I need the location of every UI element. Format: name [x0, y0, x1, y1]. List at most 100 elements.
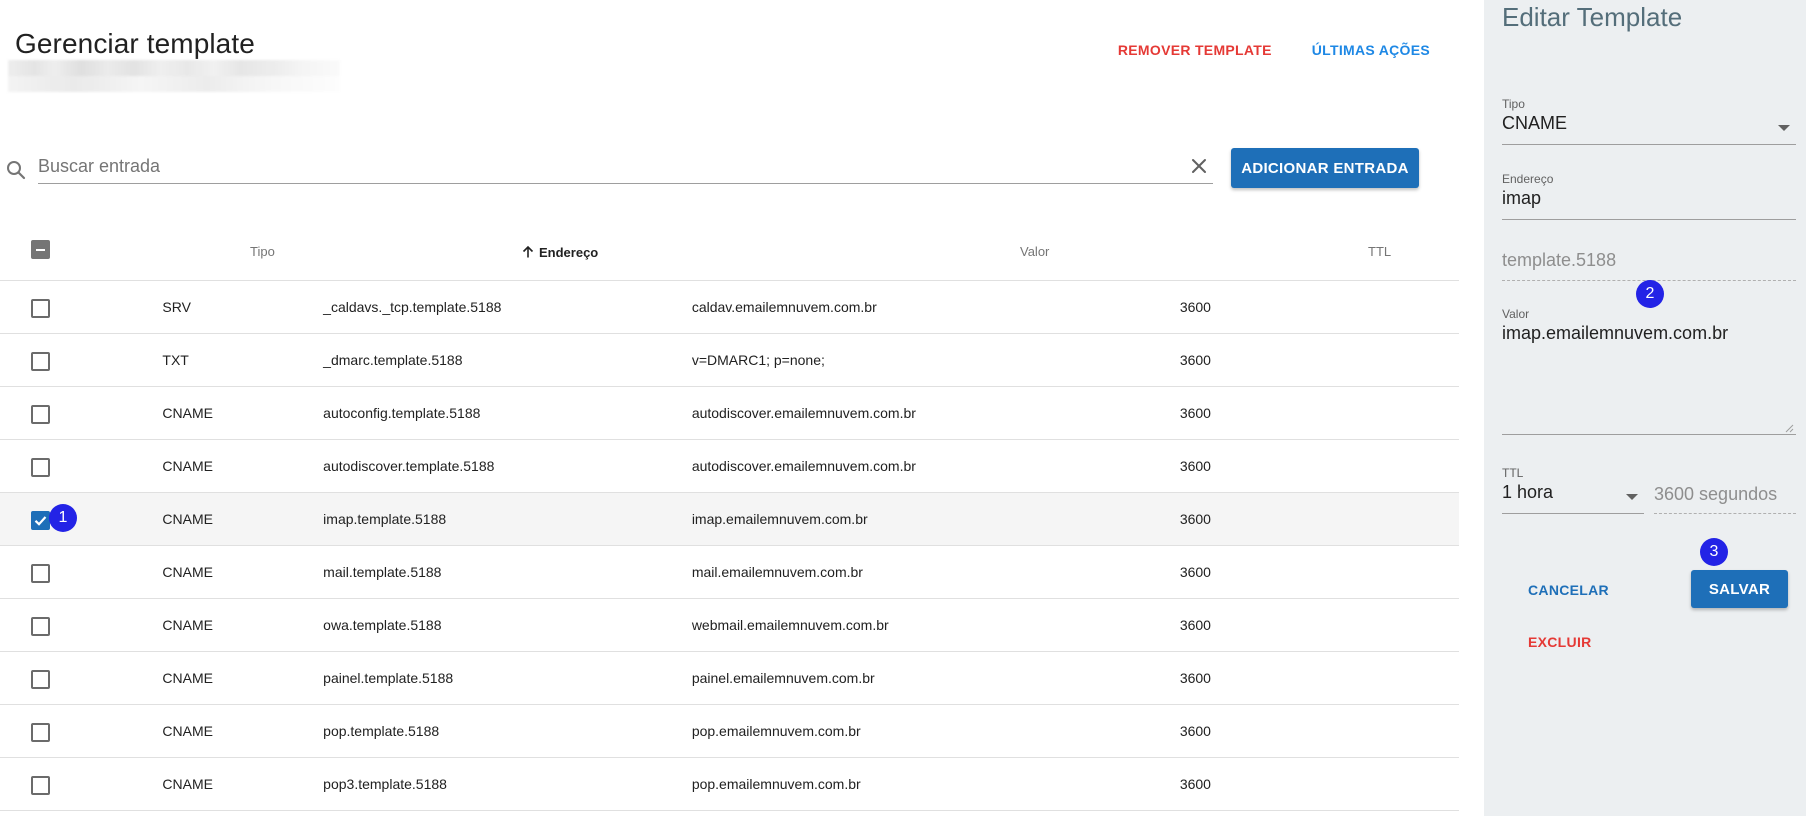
cell-tipo: CNAME: [162, 723, 213, 739]
cell-endereco: _caldavs._tcp.template.5188: [323, 299, 502, 315]
row-checkbox[interactable]: [31, 458, 50, 477]
cell-valor: pop.emailemnuvem.com.br: [691, 776, 861, 792]
column-header-valor[interactable]: Valor: [1020, 244, 1049, 259]
cell-valor: autodiscover.emailemnuvem.com.br: [691, 405, 916, 421]
tipo-label: Tipo: [1502, 97, 1525, 111]
row-checkbox[interactable]: [31, 776, 50, 795]
table-row[interactable]: SRV _caldavs._tcp.template.5188 caldav.ema…: [0, 281, 1459, 334]
check-icon: [34, 516, 47, 526]
table-row[interactable]: CNAME mail.template.5188 mail.emailemnuvem…: [0, 546, 1459, 599]
ttl-value: 1 hora: [1502, 482, 1554, 502]
delete-button[interactable]: EXCLUIR: [1528, 630, 1592, 654]
cell-valor: webmail.emailemnuvem.com.br: [691, 617, 889, 633]
row-checkbox[interactable]: [31, 670, 50, 689]
row-checkbox[interactable]: [31, 723, 50, 742]
table-row[interactable]: CNAME imap.template.5188 imap.emailemnuvem…: [0, 493, 1459, 546]
top-actions: REMOVER TEMPLATE ÚLTIMAS AÇÕES: [1118, 38, 1430, 62]
table-row[interactable]: TXT _dmarc.template.5188 v=DMARC1; p=none;…: [0, 334, 1459, 387]
last-actions-button[interactable]: ÚLTIMAS AÇÕES: [1312, 38, 1430, 62]
cell-valor: mail.emailemnuvem.com.br: [691, 564, 863, 580]
entries-table: Tipo Endereço Valor TTL SRV _caldavs._tcp…: [0, 224, 1459, 811]
arrow-up-icon: [522, 245, 534, 258]
cell-endereco: pop.template.5188: [323, 723, 440, 739]
column-header-endereco-label: Endereço: [539, 244, 599, 260]
resize-handle-icon[interactable]: [1784, 423, 1794, 433]
table-row[interactable]: CNAME autodiscover.template.5188 autodisco…: [0, 440, 1459, 493]
add-entry-button[interactable]: ADICIONAR ENTRADA: [1231, 148, 1419, 188]
cell-tipo: CNAME: [162, 670, 213, 686]
cell-valor: autodiscover.emailemnuvem.com.br: [691, 458, 916, 474]
ttl-select[interactable]: TTL 1 hora: [1502, 466, 1644, 514]
search-icon: [7, 161, 26, 180]
column-header-tipo[interactable]: Tipo: [250, 244, 275, 259]
cell-ttl: 3600: [1179, 299, 1211, 315]
endereco-field[interactable]: Endereço imap: [1502, 172, 1796, 220]
main-content: Gerenciar template REMOVER TEMPLATE ÚLTI…: [0, 0, 1484, 816]
cell-ttl: 3600: [1179, 723, 1211, 739]
step-badge-1: 1: [49, 504, 77, 532]
cell-valor: painel.emailemnuvem.com.br: [691, 670, 875, 686]
step-badge-2: 2: [1636, 280, 1664, 308]
search-row: ADICIONAR ENTRADA: [0, 148, 1484, 196]
row-checkbox[interactable]: [31, 405, 50, 424]
domain-suffix: template.5188: [1502, 250, 1617, 270]
cell-tipo: CNAME: [162, 617, 213, 633]
valor-label: Valor: [1502, 307, 1530, 321]
tipo-select[interactable]: Tipo CNAME: [1502, 97, 1796, 145]
cell-tipo: CNAME: [162, 405, 213, 421]
row-checkbox[interactable]: [31, 617, 50, 636]
cell-endereco: _dmarc.template.5188: [323, 352, 463, 368]
step-badge-3: 3: [1700, 538, 1728, 566]
endereco-value: imap: [1502, 188, 1542, 208]
valor-textarea[interactable]: Valor imap.emailemnuvem.com.br: [1502, 307, 1796, 435]
cell-tipo: CNAME: [162, 458, 213, 474]
table-row[interactable]: CNAME autoconfig.template.5188 autodiscove…: [0, 387, 1459, 440]
cell-valor: v=DMARC1; p=none;: [691, 352, 825, 368]
edit-template-panel: Editar Template Tipo CNAME Endereço imap…: [1484, 0, 1806, 816]
cell-tipo: CNAME: [162, 511, 213, 527]
search-input[interactable]: [38, 152, 1158, 180]
row-checkbox[interactable]: [31, 299, 50, 318]
app-root: Gerenciar template REMOVER TEMPLATE ÚLTI…: [0, 0, 1806, 816]
save-button[interactable]: SALVAR: [1691, 570, 1788, 608]
cell-ttl: 3600: [1179, 617, 1211, 633]
table-row[interactable]: CNAME pop.template.5188 pop.emailemnuvem.c…: [0, 705, 1459, 758]
cell-ttl: 3600: [1179, 564, 1211, 580]
cell-tipo: SRV: [162, 299, 191, 315]
cell-ttl: 3600: [1179, 405, 1211, 421]
remove-template-button[interactable]: REMOVER TEMPLATE: [1118, 38, 1272, 62]
search-field: [38, 148, 1213, 184]
cell-ttl: 3600: [1179, 776, 1211, 792]
valor-value: imap.emailemnuvem.com.br: [1502, 323, 1729, 343]
table-header: Tipo Endereço Valor TTL: [0, 224, 1459, 281]
panel-title: Editar Template: [1502, 2, 1683, 32]
table-row[interactable]: CNAME owa.template.5188 webmail.emailemnuv…: [0, 599, 1459, 652]
row-checkbox[interactable]: [31, 511, 50, 530]
endereco-label: Endereço: [1502, 172, 1554, 186]
cell-tipo: TXT: [162, 352, 189, 368]
row-checkbox[interactable]: [31, 352, 50, 371]
cell-tipo: CNAME: [162, 564, 213, 580]
column-header-endereco[interactable]: Endereço: [520, 244, 598, 260]
table-row[interactable]: CNAME pop3.template.5188 pop.emailemnuvem.…: [0, 758, 1459, 811]
redacted-subtitle: [8, 60, 340, 92]
cell-ttl: 3600: [1179, 352, 1211, 368]
caret-down-icon: [1778, 125, 1790, 131]
table-row[interactable]: CNAME painel.template.5188 painel.emailemn…: [0, 652, 1459, 705]
close-icon[interactable]: [1187, 154, 1211, 178]
cell-endereco: owa.template.5188: [323, 617, 442, 633]
row-checkbox[interactable]: [31, 564, 50, 583]
select-all-checkbox[interactable]: [31, 240, 50, 259]
cell-tipo: CNAME: [162, 776, 213, 792]
table-body: SRV _caldavs._tcp.template.5188 caldav.ema…: [0, 281, 1459, 811]
cancel-button[interactable]: CANCELAR: [1528, 578, 1609, 602]
cell-endereco: mail.template.5188: [323, 564, 442, 580]
cell-valor: imap.emailemnuvem.com.br: [691, 511, 868, 527]
cell-endereco: autoconfig.template.5188: [323, 405, 481, 421]
column-header-ttl[interactable]: TTL: [1368, 244, 1391, 259]
domain-suffix-field: template.5188: [1502, 250, 1796, 282]
ttl-seconds-field: 3600 segundos: [1654, 484, 1796, 514]
cell-endereco: painel.template.5188: [323, 670, 454, 686]
cell-endereco: autodiscover.template.5188: [323, 458, 495, 474]
cell-ttl: 3600: [1179, 458, 1211, 474]
